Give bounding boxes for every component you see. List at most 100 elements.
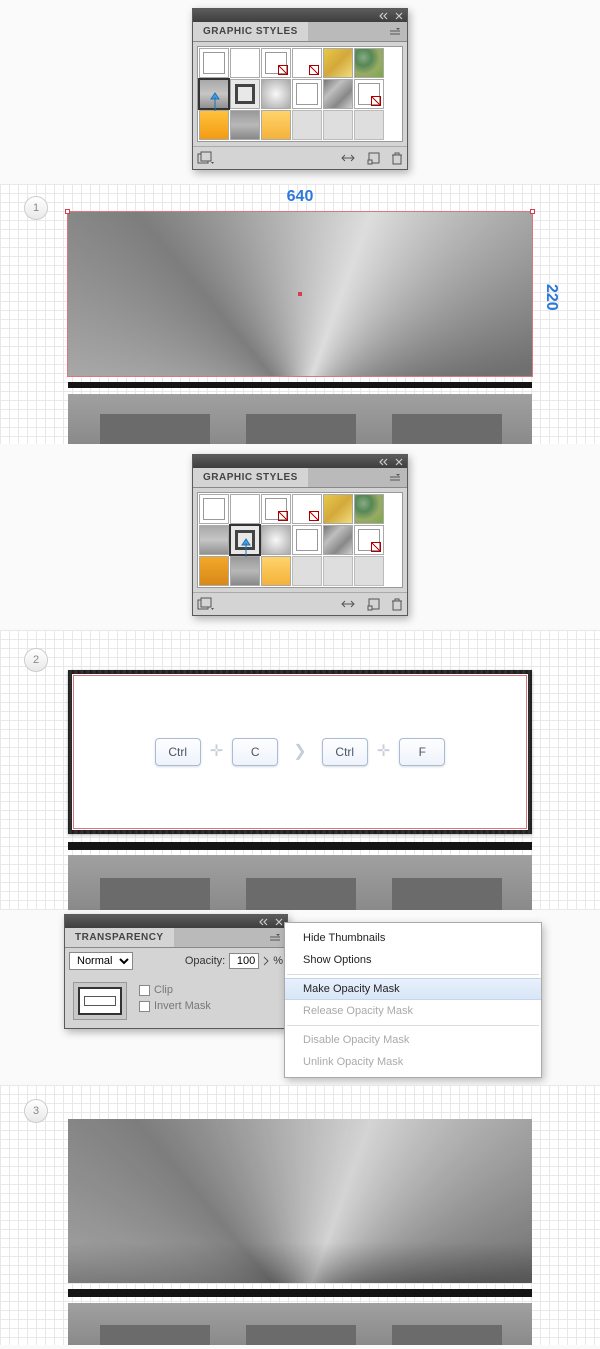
menu-separator bbox=[287, 1025, 539, 1026]
collapse-icon[interactable] bbox=[259, 918, 269, 926]
panel-flyout-menu: Hide Thumbnails Show Options Make Opacit… bbox=[284, 922, 542, 1078]
menu-item-show-options[interactable]: Show Options bbox=[285, 949, 541, 971]
style-swatch[interactable] bbox=[323, 525, 353, 555]
step-badge: 1 bbox=[24, 196, 48, 220]
invert-label: Invert Mask bbox=[154, 1000, 211, 1012]
chalk-rectangle[interactable]: Ctrl ✛ C ❯ Ctrl ✛ F bbox=[68, 670, 532, 834]
close-icon[interactable] bbox=[395, 12, 403, 20]
style-swatch[interactable] bbox=[199, 48, 229, 78]
style-swatch[interactable] bbox=[354, 494, 384, 524]
menu-item-unlink-opacity-mask: Unlink Opacity Mask bbox=[285, 1051, 541, 1073]
keyboard-shortcut: Ctrl ✛ C ❯ Ctrl ✛ F bbox=[155, 738, 446, 766]
style-swatch[interactable] bbox=[261, 110, 291, 140]
width-dimension: 640 bbox=[287, 188, 314, 206]
close-icon[interactable] bbox=[395, 458, 403, 466]
style-swatch-empty bbox=[354, 110, 384, 140]
panel-title-bar[interactable] bbox=[193, 455, 407, 468]
chevron-right-icon: ❯ bbox=[293, 741, 306, 761]
panel-footer bbox=[193, 592, 407, 615]
menu-separator bbox=[287, 974, 539, 975]
panel-tab-graphic-styles[interactable]: GRAPHIC STYLES bbox=[193, 22, 308, 41]
style-swatch-empty bbox=[292, 110, 322, 140]
style-swatch-empty bbox=[354, 556, 384, 586]
style-swatch[interactable] bbox=[230, 110, 260, 140]
trash-icon[interactable] bbox=[391, 597, 403, 611]
invert-mask-checkbox[interactable]: Invert Mask bbox=[139, 1000, 211, 1012]
key-ctrl: Ctrl bbox=[322, 738, 368, 766]
style-swatch[interactable] bbox=[261, 494, 291, 524]
step-number: 3 bbox=[33, 1105, 39, 1117]
opacity-input[interactable] bbox=[229, 953, 259, 969]
menu-item-disable-opacity-mask: Disable Opacity Mask bbox=[285, 1029, 541, 1051]
collapse-icon[interactable] bbox=[379, 458, 389, 466]
library-icon[interactable] bbox=[197, 151, 215, 165]
panel-tab-transparency[interactable]: TRANSPARENCY bbox=[65, 928, 174, 947]
style-swatch[interactable] bbox=[354, 79, 384, 109]
chevron-right-icon[interactable] bbox=[263, 956, 269, 966]
style-swatch-empty bbox=[323, 110, 353, 140]
style-swatch[interactable] bbox=[323, 48, 353, 78]
step-number: 1 bbox=[33, 202, 39, 214]
panel-tab-graphic-styles[interactable]: GRAPHIC STYLES bbox=[193, 468, 308, 487]
style-swatch[interactable] bbox=[354, 525, 384, 555]
style-swatch-grid bbox=[197, 46, 403, 142]
panel-menu-icon[interactable] bbox=[383, 468, 407, 487]
close-icon[interactable] bbox=[275, 918, 283, 926]
link-icon[interactable] bbox=[339, 598, 357, 610]
style-swatch[interactable] bbox=[199, 494, 229, 524]
style-swatch[interactable] bbox=[261, 556, 291, 586]
style-swatch-empty bbox=[292, 556, 322, 586]
style-swatch[interactable] bbox=[230, 79, 260, 109]
transparency-panel: TRANSPARENCY Normal Opacity: % Clip Inve… bbox=[64, 914, 288, 1029]
link-icon[interactable] bbox=[339, 152, 357, 164]
height-dimension: 220 bbox=[542, 284, 560, 311]
style-swatch[interactable] bbox=[230, 494, 260, 524]
style-swatch[interactable] bbox=[323, 79, 353, 109]
style-swatch[interactable] bbox=[292, 494, 322, 524]
style-swatch[interactable] bbox=[261, 525, 291, 555]
style-swatch[interactable] bbox=[292, 79, 322, 109]
panel-title-bar[interactable] bbox=[193, 9, 407, 22]
style-swatch-empty bbox=[323, 556, 353, 586]
style-swatch[interactable] bbox=[292, 525, 322, 555]
style-swatch[interactable] bbox=[261, 79, 291, 109]
menu-item-make-opacity-mask[interactable]: Make Opacity Mask bbox=[285, 978, 541, 1000]
plus-icon: ✛ bbox=[210, 741, 223, 761]
style-swatch[interactable] bbox=[261, 48, 291, 78]
key-f: F bbox=[399, 738, 445, 766]
style-swatch[interactable] bbox=[230, 48, 260, 78]
collapse-icon[interactable] bbox=[379, 12, 389, 20]
style-swatch[interactable] bbox=[292, 48, 322, 78]
style-swatch-grid bbox=[197, 492, 403, 588]
menu-item-hide-thumbnails[interactable]: Hide Thumbnails bbox=[285, 927, 541, 949]
trash-icon[interactable] bbox=[391, 151, 403, 165]
new-style-icon[interactable] bbox=[367, 151, 381, 165]
step-number: 2 bbox=[33, 654, 39, 666]
opacity-label: Opacity: bbox=[185, 955, 225, 967]
library-icon[interactable] bbox=[197, 597, 215, 611]
style-swatch[interactable] bbox=[230, 556, 260, 586]
pointer-arrow-icon bbox=[237, 537, 255, 559]
style-swatch[interactable] bbox=[199, 110, 229, 140]
new-style-icon[interactable] bbox=[367, 597, 381, 611]
graphic-styles-panel: GRAPHIC STYLES bbox=[192, 8, 408, 170]
percent-label: % bbox=[273, 955, 283, 967]
pointer-arrow-icon bbox=[206, 91, 224, 113]
clip-checkbox[interactable]: Clip bbox=[139, 984, 211, 996]
key-ctrl: Ctrl bbox=[155, 738, 201, 766]
style-swatch[interactable] bbox=[199, 525, 229, 555]
panel-footer bbox=[193, 146, 407, 169]
style-swatch[interactable] bbox=[354, 48, 384, 78]
step-badge: 3 bbox=[24, 1099, 48, 1123]
key-c: C bbox=[232, 738, 278, 766]
result-rectangle bbox=[68, 1119, 532, 1283]
selected-rectangle[interactable] bbox=[68, 212, 532, 376]
panel-title-bar[interactable] bbox=[65, 915, 287, 928]
graphic-styles-panel: GRAPHIC STYLES bbox=[192, 454, 408, 616]
panel-menu-icon[interactable] bbox=[383, 22, 407, 41]
blend-mode-select[interactable]: Normal bbox=[69, 952, 133, 970]
style-swatch[interactable] bbox=[199, 556, 229, 586]
style-swatch[interactable] bbox=[323, 494, 353, 524]
mask-thumbnail[interactable] bbox=[78, 987, 122, 1015]
plus-icon: ✛ bbox=[377, 741, 390, 761]
